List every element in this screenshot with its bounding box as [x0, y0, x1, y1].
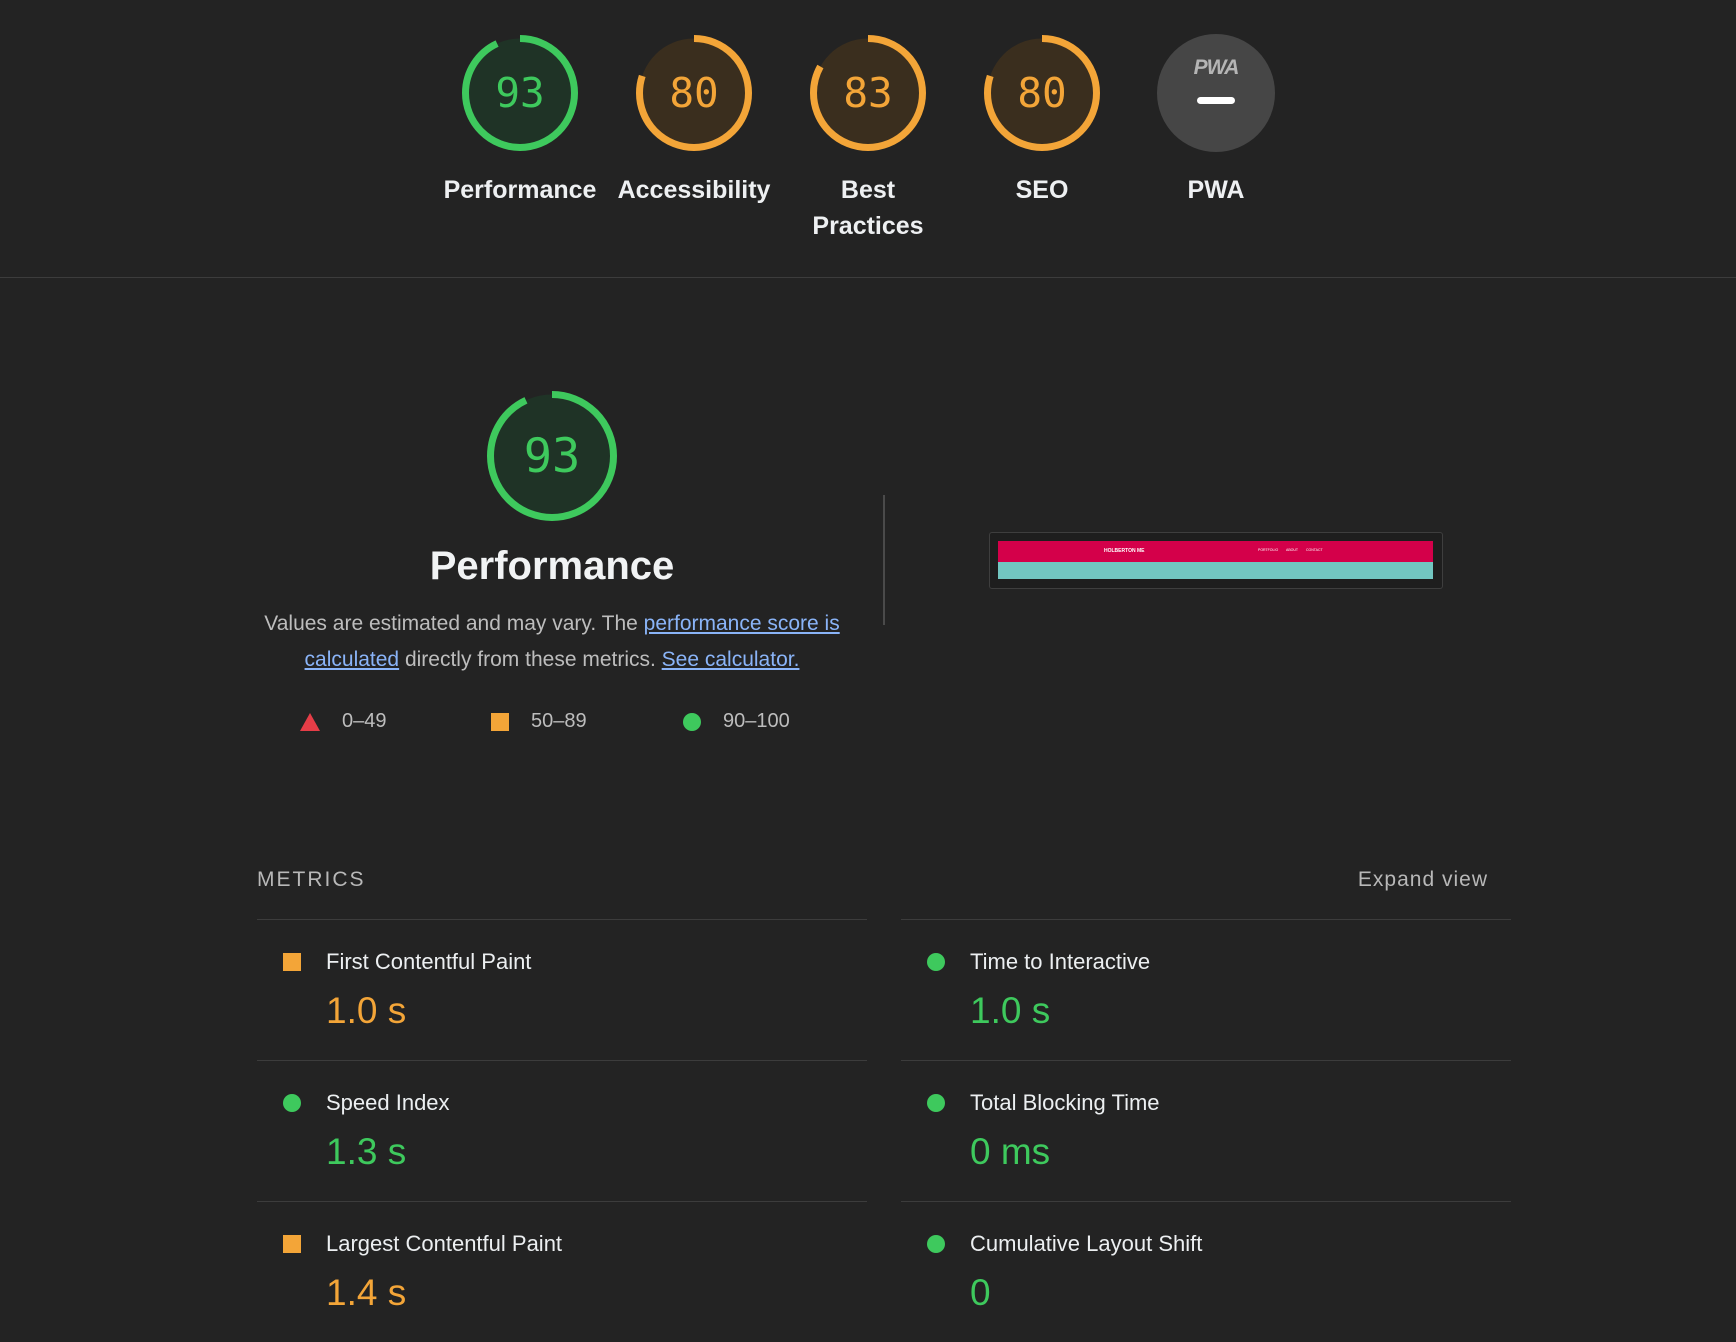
pass-circle-icon — [927, 1235, 945, 1253]
square-icon — [491, 712, 509, 731]
metrics-column-left: First Contentful Paint 1.0 s Speed Index… — [257, 919, 867, 1342]
thumbnail-nav-item: ABOUT — [1286, 548, 1299, 552]
thumbnail-nav-item: PORTFOLIO — [1258, 548, 1279, 552]
performance-score: 93 — [523, 428, 581, 484]
metric-name: Time to Interactive — [970, 949, 1151, 974]
see-calculator-link[interactable]: See calculator. — [662, 648, 800, 671]
thumbnail-header: HOLBERTON ME PORTFOLIO ABOUT CONTACT — [998, 541, 1433, 562]
vertical-divider — [883, 495, 885, 625]
score-gauge: 80 — [635, 34, 753, 152]
score-legend: 0–49 50–89 90–100 — [300, 710, 820, 740]
gauge-score: 80 — [1017, 69, 1067, 117]
gauge-label: Accessibility — [617, 176, 771, 204]
score-gauge: 80 — [983, 34, 1101, 152]
thumbnail-hero-band — [998, 562, 1433, 579]
legend-range: 50–89 — [531, 710, 587, 732]
expand-view-button[interactable]: Expand view — [1340, 868, 1488, 892]
category-summary: 93 Performance 80 Accessibility 83 Best … — [0, 0, 1736, 278]
metrics-heading: METRICS — [257, 868, 366, 891]
gauge-performance[interactable]: 93 Performance — [444, 34, 596, 244]
thumbnail-nav-item: CONTACT — [1306, 548, 1323, 552]
performance-score-gauge: 93 — [486, 390, 618, 522]
pwa-badge-circle — [1157, 34, 1275, 152]
final-screenshot-thumbnail[interactable]: HOLBERTON ME PORTFOLIO ABOUT CONTACT — [989, 532, 1443, 589]
metric-name: Speed Index — [326, 1090, 450, 1115]
desc-text: directly from these metrics. — [399, 648, 662, 671]
gauge-label: Best Practices — [812, 176, 924, 240]
metric-cumulative-layout-shift: Cumulative Layout Shift 0 — [901, 1201, 1511, 1342]
gauge-score: 80 — [669, 69, 719, 117]
gauge-seo[interactable]: 80 SEO — [966, 34, 1118, 244]
metric-largest-contentful-paint: Largest Contentful Paint 1.4 s — [257, 1201, 867, 1342]
metric-first-contentful-paint: First Contentful Paint 1.0 s — [257, 919, 867, 1060]
legend-fail: 0–49 — [300, 710, 387, 733]
performance-title: Performance — [429, 544, 675, 588]
metric-value: 0 — [970, 1272, 991, 1313]
legend-range: 90–100 — [723, 710, 790, 732]
legend-average: 50–89 — [491, 710, 587, 733]
pass-circle-icon — [927, 953, 945, 971]
gauge-row: 93 Performance 80 Accessibility 83 Best … — [0, 34, 1736, 244]
legend-range: 0–49 — [342, 710, 387, 732]
gauge-pwa[interactable]: PWA PWA — [1140, 34, 1292, 244]
desc-text: Values are estimated and may vary. The — [264, 612, 644, 635]
pass-circle-icon — [927, 1094, 945, 1112]
average-square-icon — [283, 1235, 301, 1253]
metric-value: 1.0 s — [326, 990, 407, 1031]
metric-name: Cumulative Layout Shift — [970, 1231, 1203, 1256]
performance-description: Values are estimated and may vary. The p… — [252, 606, 852, 678]
pass-circle-icon — [283, 1094, 301, 1112]
metric-total-blocking-time: Total Blocking Time 0 ms — [901, 1060, 1511, 1201]
gauge-accessibility[interactable]: 80 Accessibility — [618, 34, 770, 244]
triangle-icon — [300, 712, 320, 731]
gauge-label: Performance — [443, 176, 597, 204]
not-applicable-dash-icon — [1197, 97, 1235, 104]
circle-icon — [683, 712, 701, 731]
metric-value: 0 ms — [970, 1131, 1051, 1172]
metric-time-to-interactive: Time to Interactive 1.0 s — [901, 919, 1511, 1060]
average-square-icon — [283, 953, 301, 971]
gauge-label: PWA — [1187, 176, 1245, 204]
metric-speed-index: Speed Index 1.3 s — [257, 1060, 867, 1201]
metric-value: 1.0 s — [970, 990, 1051, 1031]
gauge-label: SEO — [1015, 176, 1069, 204]
metrics-column-right: Time to Interactive 1.0 s Total Blocking… — [901, 919, 1511, 1342]
score-gauge: 93 — [461, 34, 579, 152]
pwa-badge: PWA — [1157, 34, 1275, 152]
metric-name: Largest Contentful Paint — [326, 1231, 563, 1256]
metric-name: First Contentful Paint — [326, 949, 532, 974]
metric-value: 1.4 s — [326, 1272, 407, 1313]
metric-name: Total Blocking Time — [970, 1090, 1160, 1115]
gauge-score: 83 — [843, 69, 893, 117]
gauge-best-practices[interactable]: 83 Best Practices — [792, 34, 944, 244]
metric-value: 1.3 s — [326, 1131, 407, 1172]
score-gauge: 83 — [809, 34, 927, 152]
gauge-score: 93 — [495, 69, 545, 117]
legend-pass: 90–100 — [683, 710, 790, 733]
pwa-logo-icon: PWA — [1193, 56, 1240, 79]
thumbnail-brand: HOLBERTON ME — [1104, 548, 1145, 554]
